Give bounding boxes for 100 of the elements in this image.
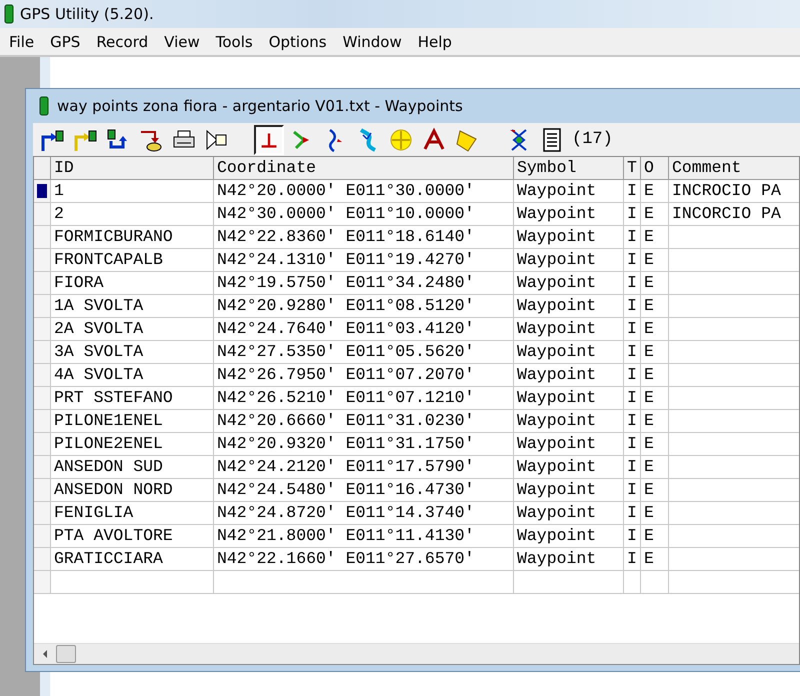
text-icon — [421, 126, 447, 152]
table-cell: N42°22.8360' E011°18.6140' — [214, 226, 514, 249]
table-cell: Waypoint — [514, 456, 624, 479]
table-cell: Waypoint — [514, 249, 624, 272]
table-cell: N42°20.9320' E011°31.1750' — [214, 433, 514, 456]
table-cell: PILONE2ENEL — [51, 433, 214, 456]
table-cell: N42°20.0000' E011°30.0000' — [214, 180, 514, 203]
table-cell: N42°24.8720' E011°14.3740' — [214, 502, 514, 525]
table-cell: FIORA — [51, 272, 214, 295]
menu-item[interactable]: Window — [336, 32, 409, 50]
table-cell: Waypoint — [514, 295, 624, 318]
table-cell: E — [641, 410, 669, 433]
table-cell: E — [641, 203, 669, 226]
column-header[interactable]: Symbol — [514, 157, 624, 180]
battery-icon — [39, 96, 49, 116]
column-header[interactable]: Coordinate — [214, 157, 514, 180]
column-header[interactable]: Comment — [669, 157, 799, 180]
table-cell: Waypoint — [514, 364, 624, 387]
table-cell: E — [641, 272, 669, 295]
table-cell: E — [641, 226, 669, 249]
table-cell: FENIGLIA — [51, 502, 214, 525]
table-cell: PRT SSTEFANO — [51, 387, 214, 410]
table-cell: N42°24.7640' E011°03.4120' — [214, 318, 514, 341]
toolbar-button[interactable] — [254, 124, 284, 154]
scrollbar-thumb[interactable] — [56, 645, 76, 663]
table-cell: I — [624, 180, 641, 203]
table-cell: I — [624, 548, 641, 571]
table-cell: I — [624, 364, 641, 387]
table-cell: Waypoint — [514, 433, 624, 456]
table-cell: I — [624, 502, 641, 525]
table-cell: I — [624, 433, 641, 456]
table-cell: I — [624, 203, 641, 226]
column-header[interactable]: ID — [51, 157, 214, 180]
table-cell: E — [641, 525, 669, 548]
table-cell: N42°20.6660' E011°31.0230' — [214, 410, 514, 433]
table-cell: I — [624, 272, 641, 295]
row-selector[interactable] — [34, 180, 51, 203]
table-cell: Waypoint — [514, 226, 624, 249]
table-cell: FRONTCAPALB — [51, 249, 214, 272]
table-cell: Waypoint — [514, 341, 624, 364]
menu-item[interactable]: Record — [89, 32, 156, 50]
menu-item[interactable]: Tools — [208, 32, 260, 50]
table-cell: Waypoint — [514, 180, 624, 203]
window-title: way points zona fiora - argentario V01.txt - Waypoints — [57, 97, 463, 115]
table-cell: I — [624, 249, 641, 272]
table-cell: N42°21.8000' E011°11.4130' — [214, 525, 514, 548]
table-cell: N42°24.1310' E011°19.4270' — [214, 249, 514, 272]
column-header[interactable]: T — [624, 157, 641, 180]
menu-item[interactable]: GPS — [43, 32, 88, 50]
table-cell: I — [624, 226, 641, 249]
table-cell: 1A SVOLTA — [51, 295, 214, 318]
table-cell: N42°26.7950' E011°07.2070' — [214, 364, 514, 387]
empty-cell — [624, 571, 641, 594]
menu-item[interactable]: File — [2, 32, 42, 50]
empty-cell — [641, 571, 669, 594]
horizontal-scrollbar[interactable] — [34, 643, 799, 664]
table-cell: I — [624, 318, 641, 341]
table-cell: Waypoint — [514, 318, 624, 341]
table-cell: 2A SVOLTA — [51, 318, 214, 341]
table-cell: I — [624, 456, 641, 479]
table-cell: PTA AVOLTORE — [51, 525, 214, 548]
table-cell: N42°30.0000' E011°10.0000' — [214, 203, 514, 226]
table-cell: I — [624, 525, 641, 548]
table-cell: I — [624, 410, 641, 433]
table-cell: 3A SVOLTA — [51, 341, 214, 364]
menu-item[interactable]: Options — [262, 32, 334, 50]
table-cell: Waypoint — [514, 272, 624, 295]
table-cell: I — [624, 295, 641, 318]
table-cell: PILONE1ENEL — [51, 410, 214, 433]
window-title: GPS Utility (5.20). — [20, 5, 154, 23]
table-cell: Waypoint — [514, 410, 624, 433]
table-cell: I — [624, 387, 641, 410]
table-cell: E — [641, 548, 669, 571]
table-cell: E — [641, 249, 669, 272]
table-cell: INCORCIO PA — [669, 203, 799, 226]
battery-icon — [4, 4, 14, 24]
table-cell: N42°24.2120' E011°17.5790' — [214, 456, 514, 479]
table-cell: Waypoint — [514, 387, 624, 410]
table-cell: N42°24.5480' E011°16.4730' — [214, 479, 514, 502]
menu-item[interactable]: View — [157, 32, 207, 50]
table-cell: E — [641, 456, 669, 479]
table-cell: E — [641, 387, 669, 410]
table-cell: Waypoint — [514, 502, 624, 525]
table-cell: ANSEDON NORD — [51, 479, 214, 502]
table-cell: N42°20.9280' E011°08.5120' — [214, 295, 514, 318]
table-cell: E — [641, 502, 669, 525]
table-cell: E — [641, 295, 669, 318]
column-header[interactable]: O — [641, 157, 669, 180]
table-cell: E — [641, 364, 669, 387]
table-cell: N42°26.5210' E011°07.1210' — [214, 387, 514, 410]
table-cell: I — [624, 341, 641, 364]
menu-item[interactable]: Help — [410, 32, 459, 50]
table-cell: FORMICBURANO — [51, 226, 214, 249]
table-cell: E — [641, 433, 669, 456]
table-cell: ANSEDON SUD — [51, 456, 214, 479]
table-cell: E — [641, 180, 669, 203]
table-cell: 4A SVOLTA — [51, 364, 214, 387]
table-cell: Waypoint — [514, 548, 624, 571]
table-cell: GRATICCIARA — [51, 548, 214, 571]
target-icon — [388, 126, 414, 152]
